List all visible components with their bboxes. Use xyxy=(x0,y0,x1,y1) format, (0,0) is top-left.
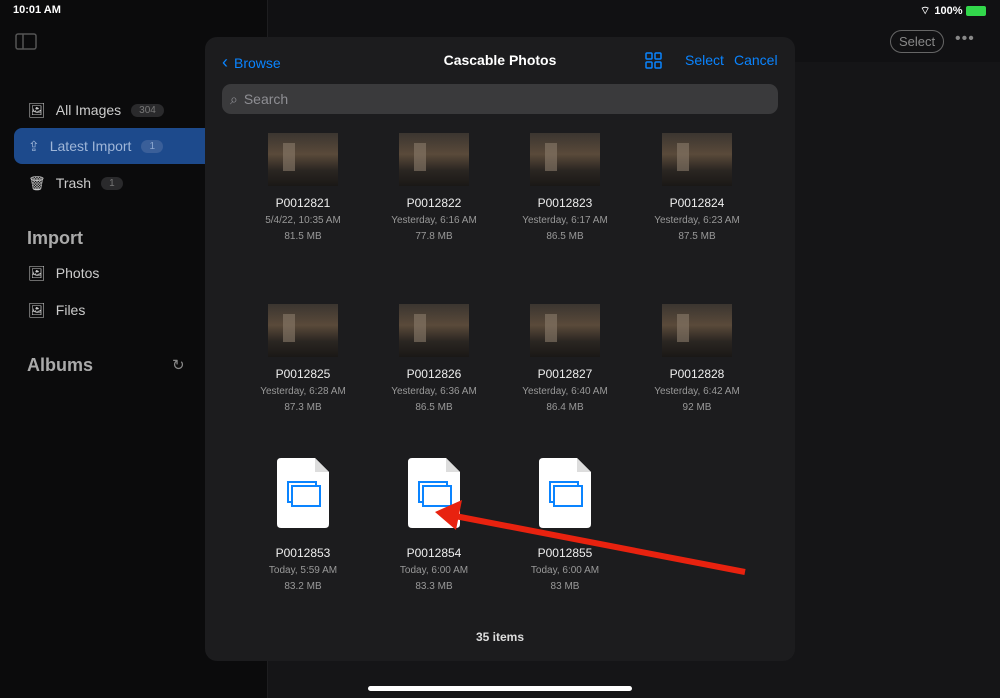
home-indicator xyxy=(368,686,632,691)
annotation-arrow xyxy=(435,500,746,575)
